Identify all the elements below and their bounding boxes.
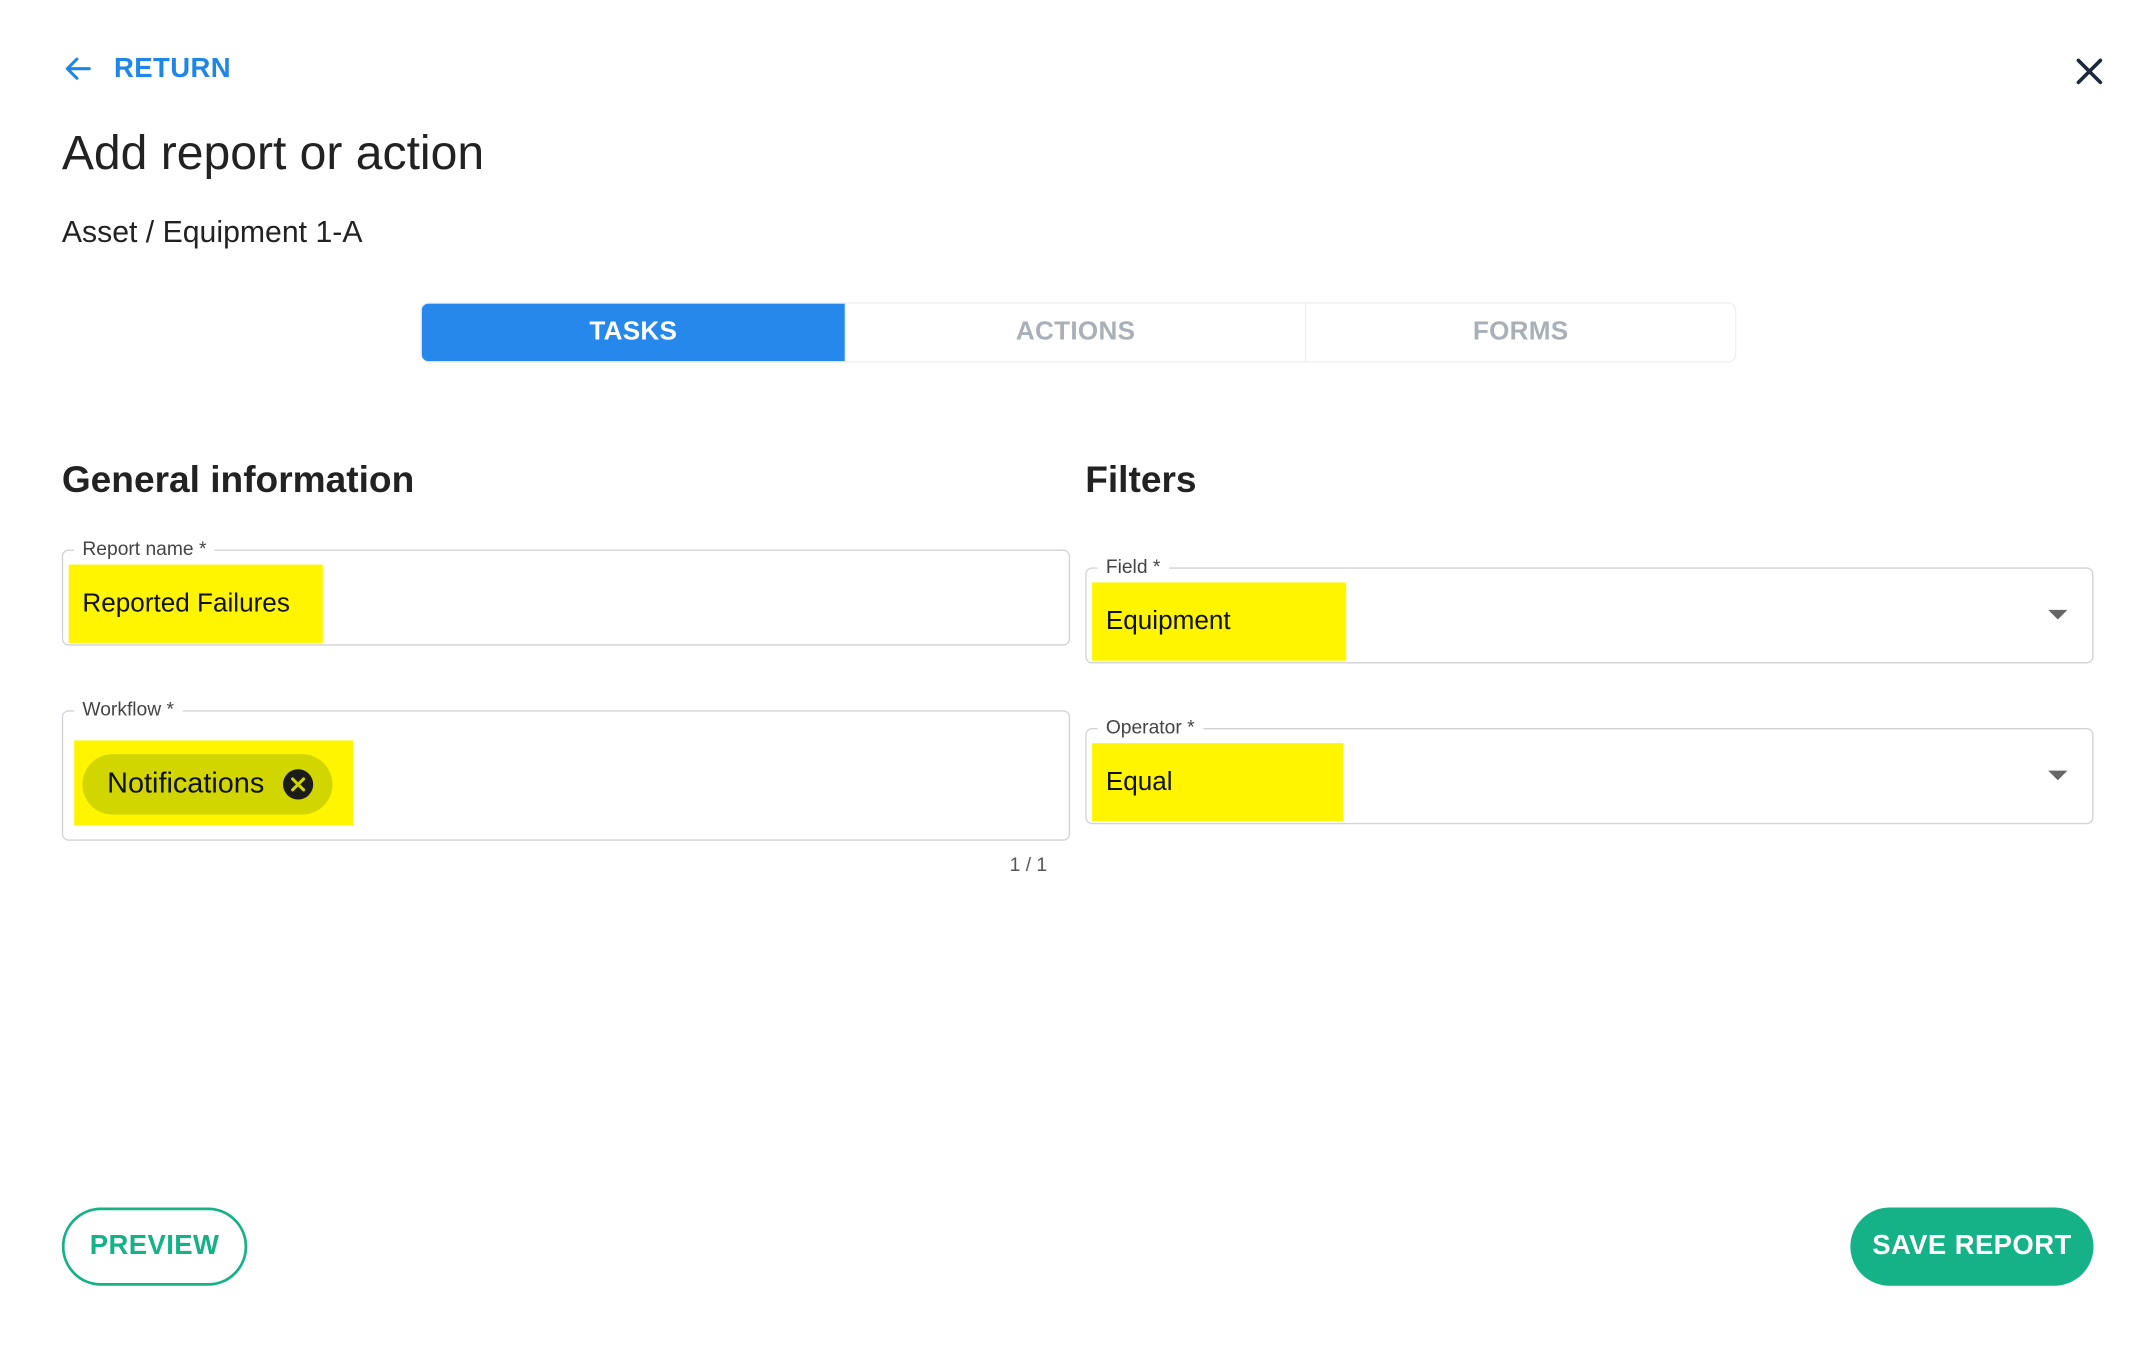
report-name-value: Reported Failures xyxy=(68,564,323,643)
save-report-button[interactable]: SAVE REPORT xyxy=(1850,1207,2094,1286)
filters-heading: Filters xyxy=(1085,458,1197,501)
close-icon xyxy=(291,777,306,792)
workflow-chip-highlight: Notifications xyxy=(74,740,354,826)
workflow-counter: 1 / 1 xyxy=(1009,853,1048,876)
workflow-field[interactable]: Workflow * Notifications xyxy=(61,697,1071,841)
operator-select[interactable]: Operator * Equal xyxy=(1085,715,2094,825)
preview-button[interactable]: PREVIEW xyxy=(61,1207,248,1286)
close-button[interactable] xyxy=(2070,52,2108,90)
operator-label: Operator * xyxy=(1097,715,1203,738)
filter-field-label: Field * xyxy=(1097,554,1169,577)
tab-forms[interactable]: FORMS xyxy=(1305,303,1735,362)
chevron-down-icon[interactable] xyxy=(2048,770,2068,781)
page-title: Add report or action xyxy=(61,126,485,180)
filter-field-select[interactable]: Field * Equipment xyxy=(1085,554,2094,664)
arrow-left-icon xyxy=(65,57,91,80)
chevron-down-icon[interactable] xyxy=(2048,609,2068,620)
add-report-dialog: RETURN Add report or action Asset / Equi… xyxy=(0,0,2154,1348)
return-link[interactable]: RETURN xyxy=(62,52,231,85)
tab-tasks[interactable]: TASKS xyxy=(421,303,845,362)
filter-field-value: Equipment xyxy=(1092,582,1347,661)
breadcrumb: Asset / Equipment 1-A xyxy=(61,214,363,249)
return-label: RETURN xyxy=(114,52,231,84)
close-icon xyxy=(2076,58,2103,85)
report-name-field[interactable]: Report name * Reported Failures xyxy=(61,537,1071,646)
chip-remove-icon[interactable] xyxy=(283,769,314,800)
workflow-chip[interactable]: Notifications xyxy=(82,754,333,815)
report-name-label: Report name * xyxy=(74,537,215,560)
workflow-label: Workflow * xyxy=(74,697,183,720)
general-information-heading: General information xyxy=(61,458,415,501)
tab-actions[interactable]: ACTIONS xyxy=(844,303,1305,362)
tab-bar: TASKS ACTIONS FORMS xyxy=(420,302,1737,363)
workflow-chip-label: Notifications xyxy=(107,767,265,800)
operator-value: Equal xyxy=(1092,743,1344,822)
